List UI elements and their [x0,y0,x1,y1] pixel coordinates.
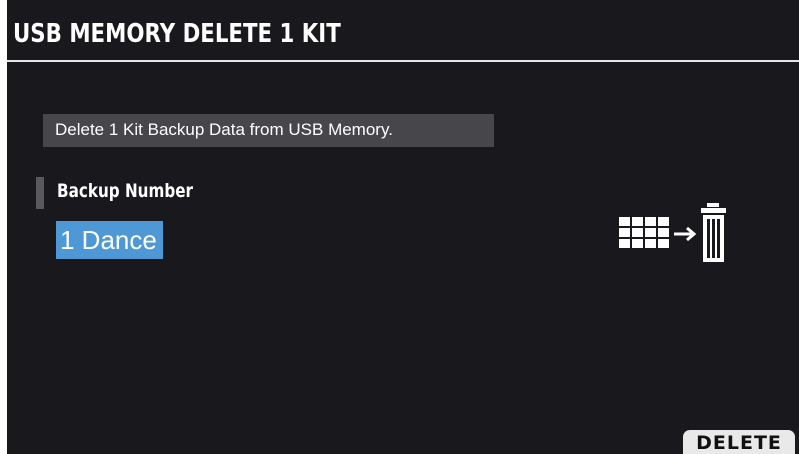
info-message-box: Delete 1 Kit Backup Data from USB Memory… [43,114,494,147]
screen: USB MEMORY DELETE 1 KIT Delete 1 Kit Bac… [7,0,799,454]
page-title: USB MEMORY DELETE 1 KIT [13,19,341,49]
delete-diagram [619,203,726,262]
delete-softkey[interactable]: DELETE [683,430,795,454]
backup-number-value[interactable]: 1 Dance [56,221,163,259]
parameter-cursor-marker [36,177,44,209]
arrow-right-icon [674,226,697,242]
pad-grid-icon [619,217,669,248]
header-bar: USB MEMORY DELETE 1 KIT [7,0,799,62]
info-message: Delete 1 Kit Backup Data from USB Memory… [55,120,393,139]
trash-can-icon [701,203,726,262]
backup-number-label: Backup Number [57,180,194,202]
